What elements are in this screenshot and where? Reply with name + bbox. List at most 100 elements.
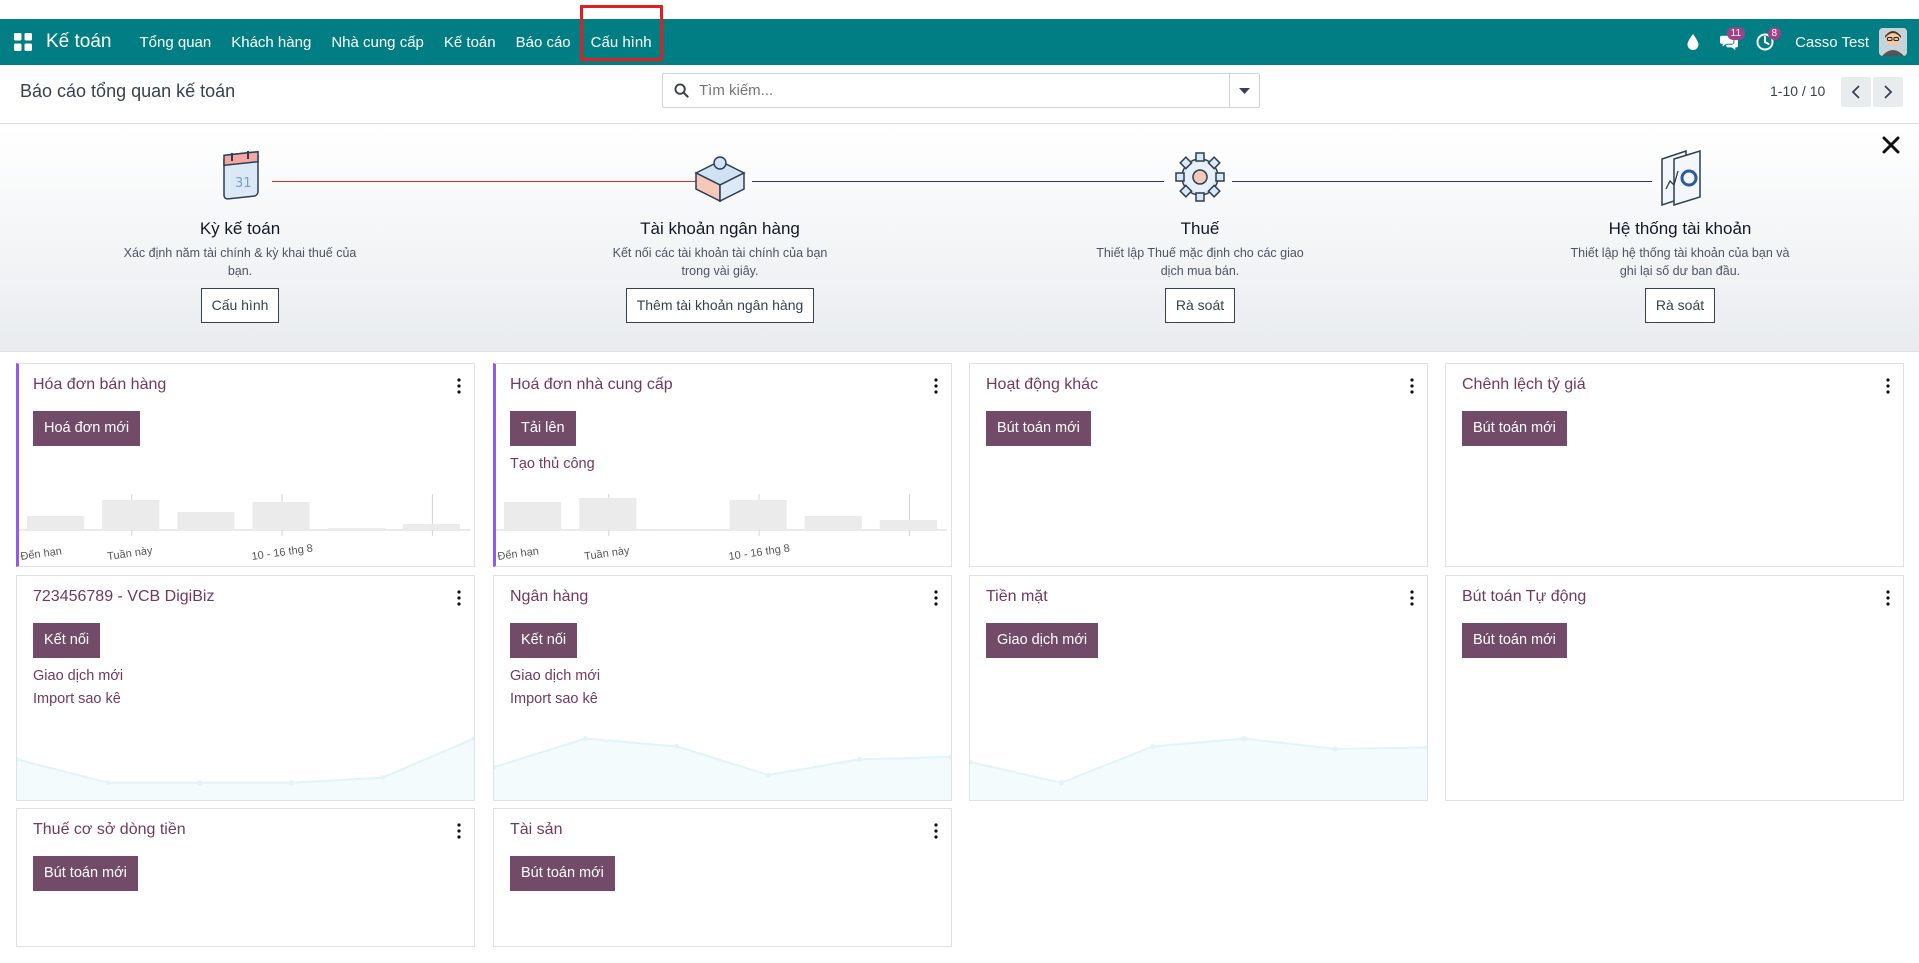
journal-title[interactable]: 723456789 - VCB DigiBiz <box>33 588 214 606</box>
journal-title[interactable]: Tài sản <box>510 821 562 839</box>
graph-point <box>288 780 294 786</box>
journal-link[interactable]: Giao dịch mới <box>510 668 600 684</box>
journal-primary-button[interactable]: Hoá đơn mới <box>33 411 141 446</box>
more-options-icon[interactable] <box>456 823 462 839</box>
journal-card: Hóa đơn bán hàng Hoá đơn mới Đến hạn Tuần n… <box>16 363 475 567</box>
graph-bar <box>327 528 385 530</box>
journal-primary-button[interactable]: Kết nối <box>510 623 578 658</box>
user-avatar[interactable] <box>1879 28 1907 56</box>
more-options-icon[interactable] <box>933 590 939 606</box>
journal-link[interactable]: Import sao kê <box>510 691 598 707</box>
more-options-icon[interactable] <box>933 823 939 839</box>
more-options-icon[interactable] <box>1409 590 1415 606</box>
step-description: Xác định năm tài chính & kỳ khai thuế củ… <box>120 244 360 280</box>
step-description: Kết nối các tài khoản tài chính của bạn … <box>600 244 840 280</box>
graph-point <box>1150 743 1156 749</box>
graph-tick-label: 10 - 16 thg 8 <box>251 542 314 562</box>
journal-primary-button[interactable]: Bút toán mới <box>1462 411 1567 446</box>
graph-point <box>1241 736 1247 742</box>
gear-icon <box>1175 152 1225 202</box>
menu-nha-cung-cap[interactable]: Nhà cung cấp <box>321 19 434 65</box>
journal-title[interactable]: Hoá đơn nhà cung cấp <box>510 376 673 394</box>
review-chart-of-accounts-button[interactable]: Rà soát <box>1644 288 1716 323</box>
puzzle-icon <box>694 156 746 203</box>
journal-line-graph <box>494 736 951 800</box>
journal-card: Bút toán Tự động Bút toán mới <box>1445 575 1904 801</box>
journal-title[interactable]: Tiền mặt <box>986 588 1048 606</box>
user-name[interactable]: Casso Test <box>1795 34 1869 51</box>
journal-link[interactable]: Tạo thủ công <box>510 456 595 472</box>
step-description-line: Thiết lập Thuế mặc định cho các giao <box>1096 246 1304 260</box>
pager-value[interactable]: 1-10 / 10 <box>1770 83 1825 99</box>
add-bank-account-button[interactable]: Thêm tài khoản ngân hàng <box>625 288 815 323</box>
menu-cau-hinh[interactable]: Cấu hình <box>579 5 663 61</box>
onboarding-step-bank-account: Tài khoản ngân hàng Kết nối các tài khoả… <box>600 145 840 323</box>
journal-link[interactable]: Giao dịch mới <box>33 668 123 684</box>
svg-text:31: 31 <box>235 176 252 191</box>
pager-previous-button[interactable] <box>1841 77 1871 107</box>
journal-card: Hoạt động khác Bút toán mới <box>969 363 1428 567</box>
menu-bao-cao[interactable]: Báo cáo <box>506 19 581 65</box>
journal-primary-button[interactable]: Bút toán mới <box>1462 623 1567 658</box>
journal-title[interactable]: Hóa đơn bán hàng <box>33 376 166 394</box>
journal-line-graph <box>970 736 1427 800</box>
graph-bar <box>879 520 937 530</box>
graph-point <box>380 775 386 781</box>
graph-bar <box>579 498 637 530</box>
menu-ke-toan[interactable]: Kế toán <box>434 19 506 65</box>
journal-card: Tài sản Bút toán mới <box>493 808 952 947</box>
journal-bar-graph: Đến hạn Tuần này 10 - 16 thg 8 <box>19 494 470 563</box>
control-panel: Báo cáo tổng quan kế toán 1-10 / 10 <box>0 65 1919 124</box>
more-options-icon[interactable] <box>456 378 462 394</box>
close-icon[interactable] <box>1881 135 1901 155</box>
graph-bar <box>504 502 562 530</box>
onboarding-panel: 31 Kỳ kế toán Xác định năm tài chính & k… <box>0 125 1919 352</box>
journal-primary-button[interactable]: Bút toán mới <box>510 856 615 891</box>
search-options-toggle[interactable] <box>1229 74 1259 107</box>
graph-bar <box>402 524 460 530</box>
drop-icon[interactable] <box>1675 19 1711 65</box>
configure-fiscal-button[interactable]: Cấu hình <box>200 288 280 323</box>
step-description: Thiết lập Thuế mặc định cho các giao dịc… <box>1080 244 1320 280</box>
graph-bar <box>27 516 85 530</box>
more-options-icon[interactable] <box>1885 378 1891 394</box>
journal-title[interactable]: Ngân hàng <box>510 588 588 606</box>
more-options-icon[interactable] <box>1409 378 1415 394</box>
journal-primary-button[interactable]: Tải lên <box>510 411 576 446</box>
journal-card: Tiền mặt Giao dịch mới <box>969 575 1428 801</box>
journal-primary-button[interactable]: Kết nối <box>33 623 101 658</box>
chart-of-accounts-icon <box>1661 149 1701 207</box>
journal-card: Ngân hàng Kết nối Giao dịch mới Import sao … <box>493 575 952 801</box>
caret-down-icon <box>1239 87 1250 94</box>
graph-tick-label: 10 - 16 thg 8 <box>728 542 791 562</box>
apps-menu-icon[interactable] <box>0 19 46 65</box>
journal-primary-button[interactable]: Giao dịch mới <box>986 623 1099 658</box>
journal-bar-graph: Đến hạn Tuần này 10 - 16 thg 8 <box>496 494 947 563</box>
journal-title[interactable]: Chênh lệch tỷ giá <box>1462 376 1586 394</box>
journal-link[interactable]: Import sao kê <box>33 691 121 707</box>
menu-khach-hang[interactable]: Khách hàng <box>221 19 321 65</box>
step-description-line: Thiết lập hệ thống tài khoản của bạn và <box>1570 246 1790 260</box>
more-options-icon[interactable] <box>933 378 939 394</box>
search-input[interactable] <box>699 75 1229 106</box>
messages-icon[interactable]: 11 <box>1711 19 1747 65</box>
pager-next-button[interactable] <box>1873 77 1903 107</box>
graph-bar <box>804 516 862 530</box>
activities-icon[interactable]: 8 <box>1747 19 1783 65</box>
journal-title[interactable]: Thuế cơ sở dòng tiền <box>33 821 186 839</box>
graph-point <box>857 756 863 762</box>
graph-tick-label: Đến hạn <box>20 545 63 563</box>
journal-title[interactable]: Bút toán Tự động <box>1462 588 1586 606</box>
menu-tong-quan[interactable]: Tổng quan <box>130 19 222 65</box>
review-taxes-button[interactable]: Rà soát <box>1164 288 1236 323</box>
app-brand[interactable]: Kế toán <box>46 31 112 53</box>
page-title: Báo cáo tổng quan kế toán <box>20 81 236 101</box>
journal-title[interactable]: Hoạt động khác <box>986 376 1098 394</box>
more-options-icon[interactable] <box>456 590 462 606</box>
journal-primary-button[interactable]: Bút toán mới <box>986 411 1091 446</box>
chevron-right-icon <box>1884 85 1893 99</box>
graph-point <box>582 736 588 742</box>
journal-primary-button[interactable]: Bút toán mới <box>33 856 138 891</box>
more-options-icon[interactable] <box>1885 590 1891 606</box>
step-title: Kỳ kế toán <box>199 219 281 238</box>
